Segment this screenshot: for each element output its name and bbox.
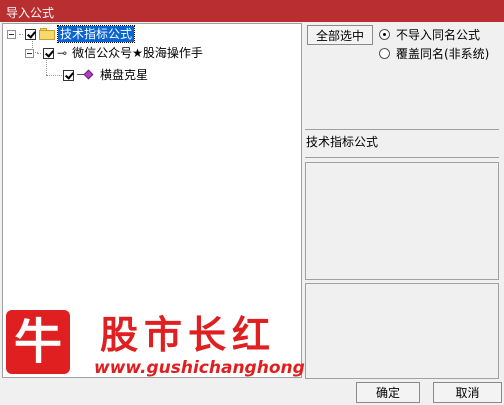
child-checkbox[interactable]: [43, 47, 54, 59]
root-checkbox[interactable]: [25, 28, 36, 40]
formula-description-panel: [305, 162, 499, 280]
select-all-button[interactable]: 全部选中: [307, 25, 373, 45]
collapse-icon[interactable]: [7, 29, 16, 39]
leaf-checkbox[interactable]: [63, 69, 74, 81]
watermark: 牛 股市长红 www.gushichanghong.com: [2, 302, 351, 380]
window-title: 导入公式: [6, 6, 55, 20]
tree-node-root[interactable]: 技术指标公式: [7, 25, 136, 43]
tree-node-label[interactable]: 横盘克星: [98, 67, 150, 83]
divider: [305, 129, 499, 130]
folder-icon: [39, 28, 55, 40]
radio-unselected-icon[interactable]: [379, 48, 390, 59]
tree-connector: [19, 33, 23, 35]
formula-params-panel: [305, 283, 499, 379]
title-bar: 导入公式: [0, 0, 504, 22]
tree-connector: [46, 60, 47, 75]
ok-button[interactable]: 确定: [356, 382, 420, 403]
formula-category-label: 技术指标公式: [306, 135, 379, 149]
key-icon: ⊸: [57, 46, 68, 60]
tree-node-label[interactable]: 技术指标公式: [56, 25, 136, 43]
radio-overwrite-label: 覆盖同名(非系统): [396, 47, 490, 61]
watermark-logo: 牛: [6, 310, 70, 374]
tree-node-child[interactable]: ⊸ 微信公众号★股海操作手: [25, 45, 205, 61]
radio-overwrite[interactable]: 覆盖同名(非系统): [379, 45, 489, 62]
tree-connector: [37, 52, 41, 54]
radio-skip-label: 不导入同名公式: [396, 28, 481, 42]
cancel-button[interactable]: 取消: [433, 382, 502, 403]
collapse-icon[interactable]: [25, 48, 34, 58]
tree-connector: [46, 75, 62, 76]
radio-selected-icon[interactable]: [379, 29, 390, 40]
formula-icon: [77, 69, 95, 81]
tree-node-label[interactable]: 微信公众号★股海操作手: [70, 45, 205, 61]
tree-node-leaf[interactable]: 横盘克星: [63, 67, 150, 83]
radio-skip-duplicates[interactable]: 不导入同名公式: [379, 26, 480, 43]
watermark-name: 股市长红: [100, 312, 277, 357]
divider: [305, 157, 499, 158]
